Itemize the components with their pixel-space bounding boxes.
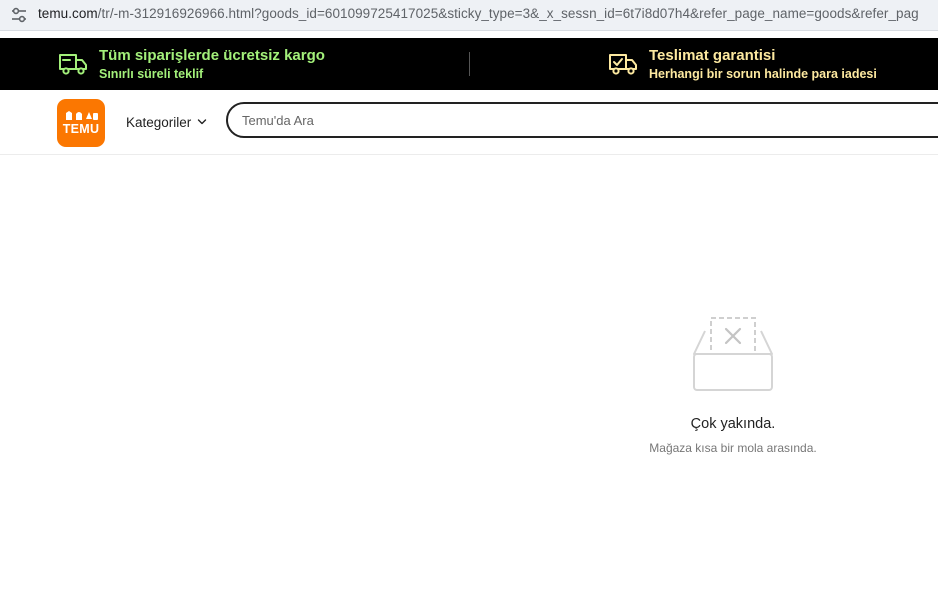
browser-address-bar[interactable]: temu.com/tr/-m-312916926966.html?goods_i… bbox=[0, 0, 938, 31]
truck-check-icon bbox=[609, 54, 637, 75]
categories-menu[interactable]: Kategoriler bbox=[126, 115, 191, 130]
chevron-down-icon[interactable] bbox=[197, 118, 207, 126]
delivery-guarantee-promo[interactable]: Teslimat garantisi Herhangi bir sorun ha… bbox=[470, 38, 938, 90]
empty-state-subtitle: Mağaza kısa bir mola arasında. bbox=[649, 441, 817, 455]
url-text[interactable]: temu.com/tr/-m-312916926966.html?goods_i… bbox=[38, 6, 919, 21]
free-shipping-promo[interactable]: Tüm siparişlerde ücretsiz kargo Sınırlı … bbox=[0, 38, 469, 90]
empty-state-title: Çok yakında. bbox=[690, 416, 776, 432]
site-header: TEMU Kategoriler bbox=[0, 90, 938, 155]
logo-text: TEMU bbox=[62, 122, 100, 136]
url-path: /tr/-m-312916926966.html?goods_id=601099… bbox=[97, 6, 919, 21]
tune-icon[interactable] bbox=[10, 7, 28, 23]
logo-glyphs-icon bbox=[66, 111, 98, 120]
search-input[interactable] bbox=[226, 102, 938, 138]
promo-shipping-title: Tüm siparişlerde ücretsiz kargo bbox=[99, 47, 325, 64]
promo-guarantee-title: Teslimat garantisi bbox=[649, 47, 776, 64]
empty-box-icon bbox=[693, 317, 773, 391]
promo-guarantee-subtitle: Herhangi bir sorun halinde para iadesi bbox=[649, 67, 877, 81]
promo-shipping-subtitle: Sınırlı süreli teklif bbox=[99, 67, 204, 81]
promo-banner: Tüm siparişlerde ücretsiz kargo Sınırlı … bbox=[0, 38, 938, 90]
temu-logo[interactable]: TEMU bbox=[57, 99, 105, 147]
url-domain: temu.com bbox=[38, 6, 98, 21]
truck-icon bbox=[59, 54, 87, 75]
